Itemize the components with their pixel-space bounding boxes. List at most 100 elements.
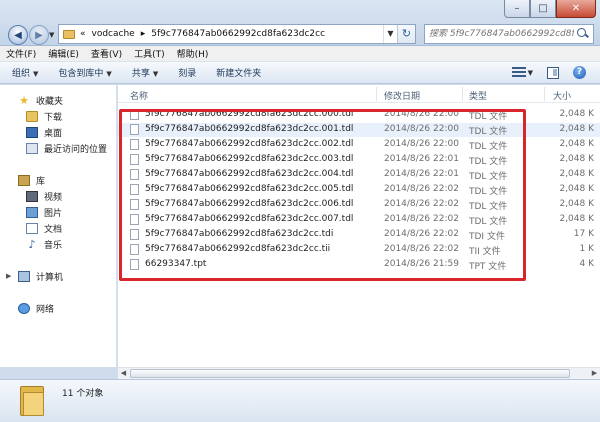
- recent-pages-dropdown-icon[interactable]: ▼: [49, 31, 54, 39]
- nav-libraries[interactable]: 库: [18, 174, 45, 187]
- column-size[interactable]: 大小: [553, 89, 571, 102]
- refresh-icon[interactable]: ↻: [397, 25, 415, 43]
- preview-pane-icon[interactable]: [547, 66, 559, 79]
- file-row[interactable]: 5f9c776847ab0662992cd8fa623dc2cc.002.tdl…: [118, 138, 600, 152]
- chevron-down-icon: ▼: [106, 70, 112, 78]
- nav-favorites[interactable]: ★ 收藏夹: [18, 94, 63, 107]
- search-input[interactable]: [429, 29, 574, 39]
- column-divider[interactable]: [462, 87, 463, 101]
- nav-downloads[interactable]: 下载: [26, 110, 62, 123]
- file-size: 17 K: [573, 229, 594, 239]
- nav-recent-label: 最近访问的位置: [44, 145, 108, 155]
- nav-pictures-label: 图片: [44, 209, 63, 219]
- file-icon: [130, 229, 139, 240]
- column-name[interactable]: 名称: [130, 89, 148, 102]
- change-view-icon[interactable]: [511, 66, 526, 79]
- file-type: TDI 文件: [469, 232, 505, 242]
- search-box[interactable]: [424, 24, 594, 44]
- file-row[interactable]: 5f9c776847ab0662992cd8fa623dc2cc.007.tdl…: [118, 213, 600, 227]
- include-in-library-button[interactable]: 包含到库中 ▼: [58, 66, 111, 79]
- file-row[interactable]: 66293347.tpt 2014/8/26 21:59 TPT 文件 4 K: [118, 258, 600, 272]
- menu-help[interactable]: 帮助(H): [177, 47, 209, 60]
- file-row[interactable]: 5f9c776847ab0662992cd8fa623dc2cc.001.tdl…: [118, 123, 600, 137]
- breadcrumb-current[interactable]: 5f9c776847ab0662992cd8fa623dc2cc: [151, 29, 325, 39]
- file-name: 5f9c776847ab0662992cd8fa623dc2cc.tdi: [145, 229, 334, 239]
- nav-recent[interactable]: 最近访问的位置: [26, 142, 107, 155]
- network-icon: [18, 303, 30, 314]
- nav-desktop[interactable]: 桌面: [26, 126, 62, 139]
- file-size: 2,048 K: [559, 139, 594, 149]
- organize-button[interactable]: 组织 ▼: [12, 66, 38, 79]
- file-icon: [130, 184, 139, 195]
- help-icon[interactable]: ?: [573, 66, 586, 79]
- file-name: 5f9c776847ab0662992cd8fa623dc2cc.002.tdl: [145, 139, 354, 149]
- folder-icon: [63, 29, 75, 39]
- arrow-left-icon: ◀: [14, 29, 22, 41]
- document-icon: [26, 223, 38, 234]
- menu-view[interactable]: 查看(V): [91, 47, 122, 60]
- maximize-button[interactable]: □: [530, 0, 556, 18]
- scrollbar-thumb[interactable]: [130, 369, 570, 378]
- breadcrumb-vodcache[interactable]: vodcache: [92, 29, 135, 39]
- back-button[interactable]: ◀: [8, 25, 28, 45]
- search-icon[interactable]: [577, 28, 589, 40]
- file-row[interactable]: 5f9c776847ab0662992cd8fa623dc2cc.004.tdl…: [118, 168, 600, 182]
- file-icon: [130, 214, 139, 225]
- file-list-pane: 名称 修改日期 类型 大小 5f9c776847ab0662992cd8fa62…: [118, 85, 600, 367]
- include-library-label: 包含到库中: [58, 69, 104, 79]
- menu-edit[interactable]: 编辑(E): [48, 47, 79, 60]
- column-modified[interactable]: 修改日期: [384, 89, 420, 102]
- minimize-button[interactable]: –: [504, 0, 530, 18]
- file-date: 2014/8/26 22:02: [384, 244, 459, 254]
- file-type: TDL 文件: [469, 217, 508, 227]
- file-row[interactable]: 5f9c776847ab0662992cd8fa623dc2cc.005.tdl…: [118, 183, 600, 197]
- column-type[interactable]: 类型: [469, 89, 487, 102]
- nav-music[interactable]: ♪ 音乐: [26, 238, 62, 251]
- nav-videos-label: 视频: [44, 193, 63, 203]
- nav-pictures[interactable]: 图片: [26, 206, 62, 219]
- file-row[interactable]: 5f9c776847ab0662992cd8fa623dc2cc.003.tdl…: [118, 153, 600, 167]
- nav-favorites-label: 收藏夹: [36, 97, 64, 107]
- expand-arrow-icon[interactable]: ▶: [6, 272, 11, 280]
- file-name: 5f9c776847ab0662992cd8fa623dc2cc.005.tdl: [145, 184, 354, 194]
- file-type: TDL 文件: [469, 112, 508, 122]
- address-chevron[interactable]: «: [80, 29, 86, 39]
- forward-button[interactable]: ▶: [29, 25, 49, 45]
- breadcrumb-separator[interactable]: ▸: [141, 29, 146, 39]
- close-button[interactable]: ✕: [556, 0, 596, 18]
- share-button[interactable]: 共享 ▼: [132, 66, 158, 79]
- nav-documents[interactable]: 文档: [26, 222, 62, 235]
- column-divider[interactable]: [544, 87, 545, 101]
- burn-button[interactable]: 刻录: [178, 66, 196, 79]
- nav-libraries-label: 库: [36, 177, 46, 187]
- menu-tools[interactable]: 工具(T): [134, 47, 165, 60]
- horizontal-scrollbar[interactable]: ◀ ▶: [118, 367, 600, 379]
- nav-network[interactable]: 网络: [18, 302, 54, 315]
- menu-file[interactable]: 文件(F): [6, 47, 36, 60]
- file-size: 2,048 K: [559, 199, 594, 209]
- file-row[interactable]: 5f9c776847ab0662992cd8fa623dc2cc.006.tdl…: [118, 198, 600, 212]
- file-row[interactable]: 5f9c776847ab0662992cd8fa623dc2cc.tdi 201…: [118, 228, 600, 242]
- nav-computer[interactable]: 计算机: [18, 270, 63, 283]
- file-row[interactable]: 5f9c776847ab0662992cd8fa623dc2cc.tii 201…: [118, 243, 600, 257]
- new-folder-button[interactable]: 新建文件夹: [216, 66, 261, 79]
- file-name: 66293347.tpt: [145, 259, 207, 269]
- file-icon: [130, 124, 139, 135]
- file-row[interactable]: 5f9c776847ab0662992cd8fa623dc2cc.000.tdl…: [118, 108, 600, 122]
- file-type: TPT 文件: [469, 262, 507, 272]
- file-date: 2014/8/26 22:01: [384, 154, 459, 164]
- file-date: 2014/8/26 22:00: [384, 109, 459, 119]
- view-tools: ▼ ?: [498, 66, 586, 79]
- scroll-left-icon[interactable]: ◀: [118, 369, 129, 378]
- nav-videos[interactable]: 视频: [26, 190, 62, 203]
- scroll-right-icon[interactable]: ▶: [589, 369, 600, 378]
- file-icon: [130, 199, 139, 210]
- file-type: TDL 文件: [469, 127, 508, 137]
- nav-desktop-label: 桌面: [44, 129, 63, 139]
- column-divider[interactable]: [376, 87, 377, 101]
- address-dropdown-icon[interactable]: ▼: [383, 25, 397, 43]
- address-bar[interactable]: « vodcache ▸ 5f9c776847ab0662992cd8fa623…: [58, 24, 416, 44]
- file-size: 2,048 K: [559, 169, 594, 179]
- view-dropdown-icon[interactable]: ▼: [528, 69, 533, 77]
- star-icon: ★: [19, 94, 29, 107]
